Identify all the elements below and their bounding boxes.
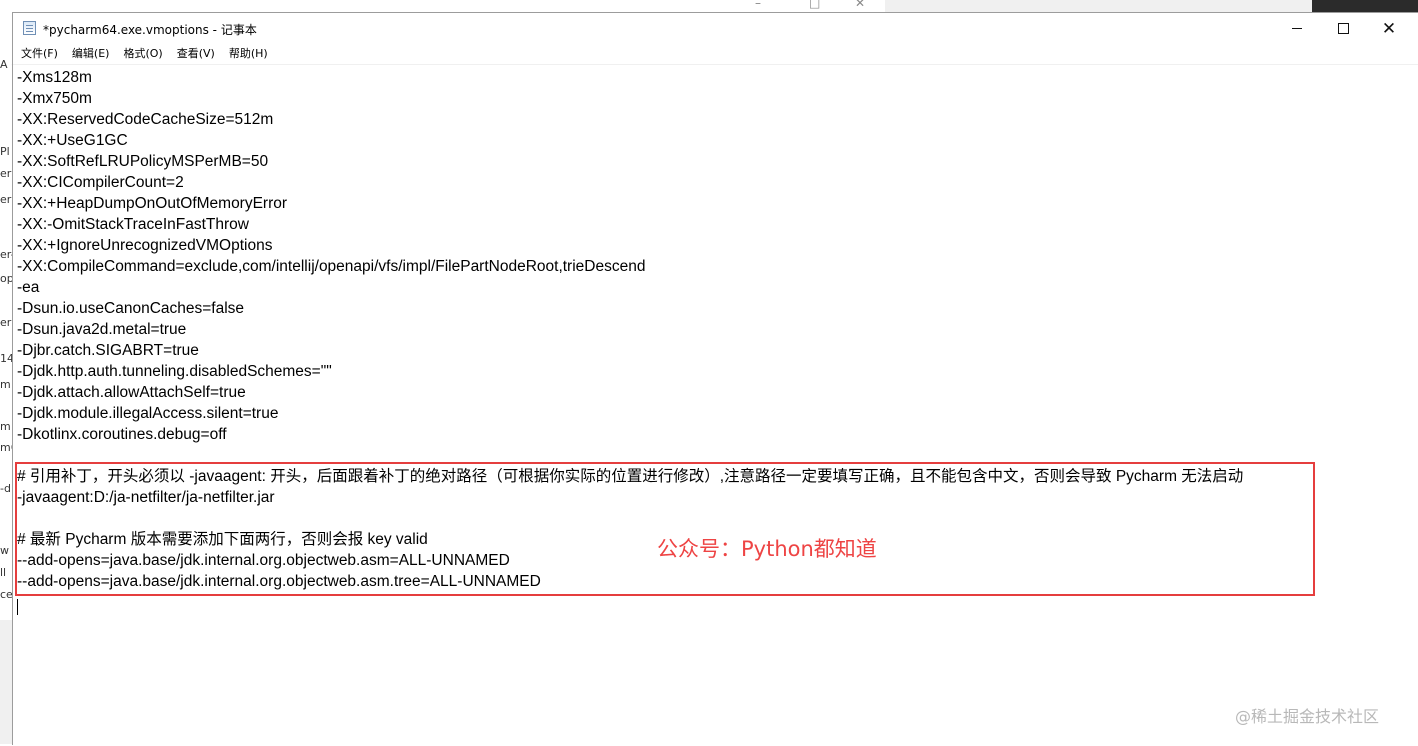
menu-format[interactable]: 格式(O): [116, 44, 169, 64]
editor-line[interactable]: -Dkotlinx.coroutines.debug=off: [17, 424, 1243, 445]
editor-line[interactable]: -XX:SoftRefLRUPolicyMSPerMB=50: [17, 151, 1243, 172]
red-watermark: 公众号：Python都知道: [657, 537, 877, 561]
background-text-fragment: er: [0, 193, 12, 206]
editor-line[interactable]: -Djdk.module.illegalAccess.silent=true: [17, 403, 1243, 424]
maximize-button[interactable]: [1320, 13, 1366, 44]
editor-line[interactable]: -Dsun.java2d.metal=true: [17, 319, 1243, 340]
editor-line[interactable]: -XX:-OmitStackTraceInFastThrow: [17, 214, 1243, 235]
maximize-icon: [1337, 23, 1349, 34]
background-text-fragment: -d: [0, 482, 11, 495]
menu-edit[interactable]: 编辑(E): [65, 44, 117, 64]
highlight-box: [15, 462, 1315, 596]
background-text-fragment: er: [0, 167, 12, 180]
close-button[interactable]: ✕: [1366, 13, 1412, 44]
editor-line[interactable]: -XX:CICompilerCount=2: [17, 172, 1243, 193]
window-title: *pycharm64.exe.vmoptions - 记事本: [43, 23, 257, 37]
background-text-fragment: ce: [0, 588, 13, 601]
menu-help[interactable]: 帮助(H): [222, 44, 275, 64]
menu-bar: 文件(F) 编辑(E) 格式(O) 查看(V) 帮助(H): [13, 44, 1418, 64]
editor-line[interactable]: -Dsun.io.useCanonCaches=false: [17, 298, 1243, 319]
editor-line[interactable]: -ea: [17, 277, 1243, 298]
text-editor[interactable]: -Xms128m -Xmx750m -XX:ReservedCodeCacheSiz…: [13, 64, 1418, 746]
background-close-icon: ✕: [855, 0, 866, 10]
notepad-icon: [23, 21, 36, 35]
minimize-icon: [1292, 28, 1302, 29]
background-text-fragment: m: [0, 420, 11, 433]
close-icon: ✕: [1381, 18, 1397, 39]
editor-line[interactable]: -Xmx750m: [17, 88, 1243, 109]
editor-line[interactable]: -XX:+IgnoreUnrecognizedVMOptions: [17, 235, 1243, 256]
title-bar[interactable]: *pycharm64.exe.vmoptions - 记事本 ✕: [13, 13, 1418, 44]
background-dark-window: [1312, 0, 1418, 12]
editor-line[interactable]: -Djbr.catch.SIGABRT=true: [17, 340, 1243, 361]
notepad-window: *pycharm64.exe.vmoptions - 记事本 ✕ 文件(F) 编…: [12, 12, 1418, 746]
background-text-fragment: er: [0, 316, 12, 329]
editor-line[interactable]: -XX:ReservedCodeCacheSize=512m: [17, 109, 1243, 130]
background-text-fragment: m: [0, 378, 11, 391]
menu-file[interactable]: 文件(F): [13, 44, 65, 64]
editor-line[interactable]: -Djdk.attach.allowAttachSelf=true: [17, 382, 1243, 403]
editor-line[interactable]: -XX:CompileCommand=exclude,com/intellij/…: [17, 256, 1243, 277]
background-text-fragment: w: [0, 544, 9, 557]
editor-line[interactable]: -XX:+HeapDumpOnOutOfMemoryError: [17, 193, 1243, 214]
corner-watermark: @稀土掘金技术社区: [1235, 707, 1380, 726]
text-caret: [17, 599, 18, 615]
background-text-fragment: Pl: [0, 145, 10, 158]
editor-line[interactable]: -Xms128m: [17, 67, 1243, 88]
editor-line[interactable]: -Djdk.http.auth.tunneling.disabledScheme…: [17, 361, 1243, 382]
background-minimize-icon: –: [755, 0, 761, 10]
minimize-button[interactable]: [1274, 13, 1320, 44]
background-maximize-icon: □: [809, 0, 821, 10]
menu-view[interactable]: 查看(V): [170, 44, 222, 64]
background-text-fragment: ll: [0, 566, 7, 579]
editor-line[interactable]: -XX:+UseG1GC: [17, 130, 1243, 151]
